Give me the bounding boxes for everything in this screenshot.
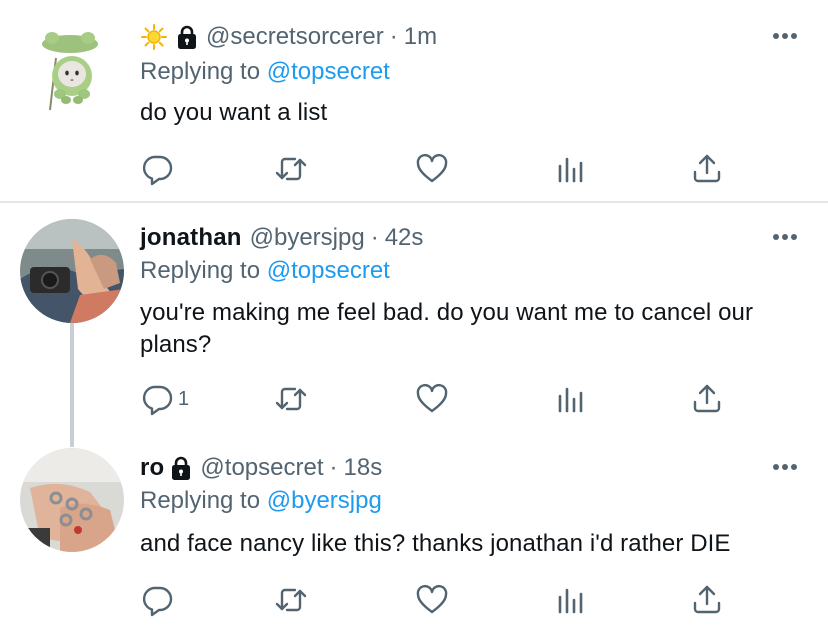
share-button[interactable] <box>690 149 724 189</box>
views-button[interactable] <box>554 379 588 419</box>
tweet-header: ro @topsecret · 18s <box>140 453 382 483</box>
views-icon <box>558 387 583 413</box>
like-button[interactable] <box>415 580 449 620</box>
timestamp[interactable]: 18s <box>344 454 383 482</box>
retweet-icon <box>275 588 307 612</box>
tweet[interactable]: @secretsorcerer · 1m Replying to @topsec… <box>0 0 828 202</box>
replying-to-line: Replying to @byersjpg <box>140 487 382 515</box>
tweet[interactable]: ro @topsecret · 18s Replying to @byersjp… <box>0 431 828 625</box>
avatar[interactable] <box>20 219 124 323</box>
replying-to-line: Replying to @topsecret <box>140 58 390 86</box>
tweet-text: and face nancy like this? thanks jonatha… <box>140 530 731 557</box>
tweet-text: do you want a list <box>140 99 328 126</box>
avatar[interactable] <box>20 14 124 118</box>
views-icon <box>558 588 583 614</box>
display-name[interactable]: ro <box>140 454 164 482</box>
tweet-text: you're making me feel bad. do you want m… <box>140 299 754 358</box>
replying-to-label: Replying to <box>140 58 261 85</box>
more-icon[interactable] <box>772 233 798 241</box>
retweet-button[interactable] <box>274 580 308 620</box>
tweet-header: jonathan @byersjpg · 42s <box>140 223 423 253</box>
replying-to-label: Replying to <box>140 257 261 284</box>
separator-dot: · <box>389 23 398 50</box>
views-button[interactable] <box>554 149 588 189</box>
handle[interactable]: @byersjpg <box>250 224 365 252</box>
lock-icon <box>176 24 198 50</box>
avatar[interactable] <box>20 448 124 552</box>
handle[interactable]: @topsecret <box>200 454 323 482</box>
retweet-icon <box>275 387 307 411</box>
reply-button[interactable] <box>140 149 178 189</box>
like-icon <box>416 584 448 614</box>
hands-rings-avatar-image <box>20 448 124 552</box>
hands-camera-avatar-image <box>20 219 124 323</box>
tweet[interactable]: jonathan @byersjpg · 42s Replying to @to… <box>0 203 828 431</box>
sun-icon <box>140 23 168 51</box>
mention-link[interactable]: @topsecret <box>267 257 390 284</box>
share-button[interactable] <box>690 580 724 620</box>
frog-plush-avatar-image <box>20 14 124 118</box>
more-icon[interactable] <box>772 463 798 471</box>
like-icon <box>416 383 448 413</box>
separator-dot: · <box>329 454 338 481</box>
lock-icon <box>170 455 192 481</box>
reply-button[interactable]: 1 <box>140 379 189 419</box>
replying-to-label: Replying to <box>140 487 261 514</box>
reply-icon <box>142 586 173 617</box>
tweet-header: @secretsorcerer · 1m <box>140 22 437 52</box>
share-icon <box>693 384 721 413</box>
like-button[interactable] <box>415 149 449 189</box>
retweet-button[interactable] <box>274 379 308 419</box>
reply-icon <box>142 155 173 186</box>
retweet-button[interactable] <box>274 149 308 189</box>
reply-icon <box>142 385 173 416</box>
share-button[interactable] <box>690 379 724 419</box>
tweet-content: ro @topsecret · 18s Replying to @byersjp… <box>140 431 804 625</box>
views-button[interactable] <box>554 580 588 620</box>
timestamp[interactable]: 42s <box>385 224 424 252</box>
replying-to-line: Replying to @topsecret <box>140 257 390 285</box>
reply-button[interactable] <box>140 580 178 620</box>
action-bar: 1 <box>140 379 760 419</box>
tweet-content: jonathan @byersjpg · 42s Replying to @to… <box>140 203 804 431</box>
like-icon <box>416 153 448 183</box>
mention-link[interactable]: @topsecret <box>267 58 390 85</box>
action-bar <box>140 580 760 620</box>
like-button[interactable] <box>415 379 449 419</box>
views-icon <box>558 157 583 183</box>
share-icon <box>693 585 721 614</box>
share-icon <box>693 154 721 183</box>
action-bar <box>140 149 760 189</box>
retweet-icon <box>275 157 307 181</box>
reply-count: 1 <box>178 387 190 410</box>
tweet-content: @secretsorcerer · 1m Replying to @topsec… <box>140 0 804 202</box>
mention-link[interactable]: @byersjpg <box>267 487 382 514</box>
separator-dot: · <box>370 224 379 251</box>
more-icon[interactable] <box>772 32 798 40</box>
timestamp[interactable]: 1m <box>404 23 437 51</box>
handle[interactable]: @secretsorcerer <box>206 23 384 51</box>
display-name[interactable]: jonathan <box>140 224 242 252</box>
